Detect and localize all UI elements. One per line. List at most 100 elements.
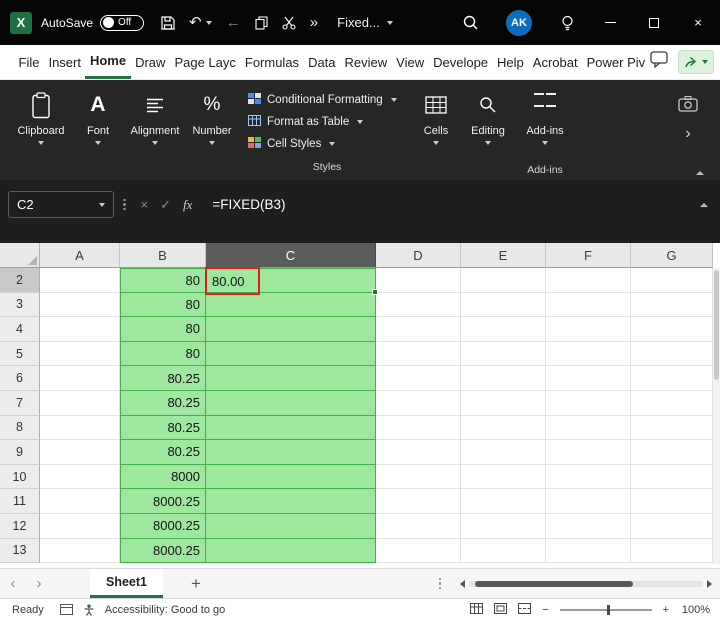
cell[interactable]	[461, 513, 546, 539]
zoom-out-button[interactable]: −	[542, 604, 548, 616]
cell[interactable]	[631, 390, 713, 416]
cell[interactable]: 80	[120, 317, 206, 342]
more-commands-icon[interactable]: »	[310, 15, 318, 30]
cell[interactable]: 8000.25	[120, 513, 206, 539]
cell[interactable]	[40, 464, 120, 490]
cell[interactable]	[40, 268, 120, 293]
autosave-toggle[interactable]: Off	[100, 14, 145, 31]
cell[interactable]: 80.25	[120, 366, 206, 391]
cell[interactable]	[631, 513, 713, 539]
cell[interactable]	[546, 341, 631, 367]
normal-view-icon[interactable]	[470, 602, 484, 617]
row-header[interactable]: 4	[0, 317, 40, 342]
row-header[interactable]: 12	[0, 513, 40, 539]
cell[interactable]	[461, 390, 546, 416]
cell[interactable]	[546, 440, 631, 465]
cell[interactable]	[206, 390, 376, 416]
column-header-c-selected[interactable]: C	[206, 243, 376, 268]
cell[interactable]	[631, 538, 713, 564]
page-break-view-icon[interactable]	[518, 602, 532, 617]
select-all-button[interactable]	[0, 243, 40, 268]
cell[interactable]	[546, 489, 631, 514]
save-icon[interactable]	[161, 15, 175, 30]
cell[interactable]	[206, 464, 376, 490]
editing-group-button[interactable]: Editing	[462, 86, 514, 180]
cell[interactable]	[546, 366, 631, 391]
cell[interactable]: 8000.25	[120, 538, 206, 564]
cell[interactable]	[206, 538, 376, 564]
cell[interactable]	[206, 317, 376, 342]
cell[interactable]	[376, 341, 461, 367]
tab-home[interactable]: Home	[85, 45, 131, 79]
row-header[interactable]: 11	[0, 489, 40, 514]
fill-handle[interactable]	[372, 288, 378, 295]
ribbon-scroll-right-icon[interactable]: ›	[685, 126, 690, 142]
cell[interactable]	[461, 489, 546, 514]
collapse-ribbon-icon[interactable]	[696, 171, 704, 175]
cell[interactable]	[376, 390, 461, 416]
add-sheet-button[interactable]: +	[179, 569, 213, 598]
cell[interactable]	[376, 292, 461, 318]
sheet-tab-sheet1[interactable]: Sheet1	[90, 569, 163, 598]
name-box[interactable]: C2	[8, 191, 114, 218]
zoom-level[interactable]: 100%	[680, 604, 710, 616]
cell[interactable]	[461, 341, 546, 367]
conditional-formatting-button[interactable]: Conditional Formatting	[248, 90, 406, 109]
row-header[interactable]: 6	[0, 366, 40, 391]
format-as-table-button[interactable]: Format as Table	[248, 112, 406, 131]
cell[interactable]	[546, 538, 631, 564]
cell[interactable]	[40, 317, 120, 342]
cell[interactable]	[546, 390, 631, 416]
cell[interactable]	[461, 268, 546, 293]
row-header[interactable]: 7	[0, 390, 40, 416]
undo-button[interactable]: ↶	[189, 15, 212, 30]
cell[interactable]	[461, 538, 546, 564]
zoom-in-button[interactable]: +	[663, 604, 669, 616]
column-header-b[interactable]: B	[120, 243, 206, 268]
row-header[interactable]: 8	[0, 415, 40, 441]
excel-logo-icon[interactable]: X	[10, 11, 32, 34]
camera-icon[interactable]	[678, 95, 698, 117]
cell[interactable]	[40, 292, 120, 318]
cell[interactable]	[546, 464, 631, 490]
minimize-button[interactable]	[588, 0, 632, 45]
tab-overflow-icon[interactable]	[420, 569, 461, 598]
number-group-button[interactable]: % Number	[186, 86, 238, 180]
cell[interactable]	[376, 366, 461, 391]
cell[interactable]	[206, 489, 376, 514]
row-header[interactable]: 10	[0, 464, 40, 490]
column-header-f[interactable]: F	[546, 243, 631, 268]
accessibility-status[interactable]: Accessibility: Good to go	[105, 604, 225, 616]
tab-page-layout[interactable]: Page Layc	[170, 45, 240, 79]
cell[interactable]	[206, 292, 376, 318]
cell[interactable]	[461, 415, 546, 441]
tab-draw[interactable]: Draw	[131, 45, 170, 79]
tab-developer[interactable]: Develope	[429, 45, 493, 79]
clipboard-group-button[interactable]: Clipboard	[10, 86, 72, 180]
row-header[interactable]: 13	[0, 538, 40, 564]
cell[interactable]	[206, 513, 376, 539]
cell[interactable]	[40, 538, 120, 564]
cell-styles-button[interactable]: Cell Styles	[248, 134, 406, 153]
cell[interactable]	[631, 464, 713, 490]
tab-view[interactable]: View	[392, 45, 429, 79]
cell[interactable]	[461, 464, 546, 490]
alignment-group-button[interactable]: Alignment	[124, 86, 186, 180]
row-header[interactable]: 9	[0, 440, 40, 465]
tab-formulas[interactable]: Formulas	[240, 45, 303, 79]
tab-insert[interactable]: Insert	[44, 45, 86, 79]
search-icon[interactable]	[463, 15, 478, 30]
cell[interactable]	[631, 415, 713, 441]
cell[interactable]	[461, 366, 546, 391]
cell[interactable]	[206, 366, 376, 391]
cells-group-button[interactable]: Cells	[410, 86, 462, 180]
scrollbar-thumb[interactable]	[475, 580, 633, 587]
row-header[interactable]: 2	[0, 268, 40, 293]
cell[interactable]	[376, 268, 461, 293]
page-layout-view-icon[interactable]	[494, 602, 508, 617]
cell[interactable]: 8000.25	[120, 489, 206, 514]
comments-button[interactable]	[649, 51, 669, 73]
lightbulb-icon[interactable]	[561, 15, 574, 31]
maximize-button[interactable]	[632, 0, 676, 45]
cell[interactable]: 80.25	[120, 390, 206, 416]
